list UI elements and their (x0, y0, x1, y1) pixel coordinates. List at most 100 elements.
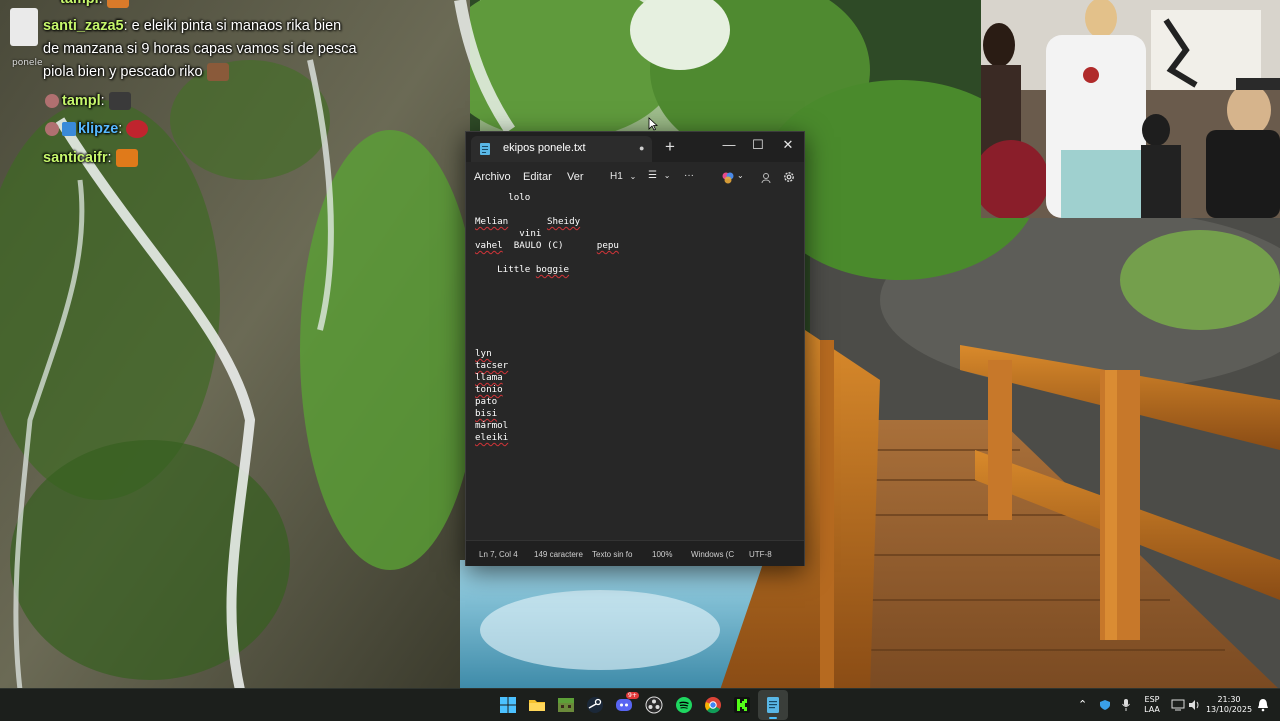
text-editor[interactable]: lolo Melian Sheidy vini vahel BAULO (C) … (466, 192, 804, 540)
chat-message-continued: de manzana si 9 horas capas vamos si de … (43, 38, 357, 60)
chat-message: santicaifr: (43, 147, 138, 169)
chat-username: tampl (60, 0, 99, 7)
editor-line: Melian Sheidy (475, 216, 580, 228)
editor-word: Little (497, 264, 531, 275)
notepad-taskbar-button[interactable] (758, 690, 788, 720)
new-tab-button[interactable]: + (665, 137, 675, 157)
chat-message-text: de manzana si 9 horas capas vamos si de … (43, 41, 357, 57)
cursor-position[interactable]: Ln 7, Col 4 (479, 550, 518, 559)
editor-word: bisi (475, 408, 498, 419)
file-explorer-icon[interactable] (527, 695, 547, 715)
editor-line: Little boggie (475, 264, 569, 276)
menu-editar[interactable]: Editar (523, 171, 552, 183)
spotify-icon[interactable] (674, 695, 694, 715)
editor-word: Sheidy (546, 216, 581, 227)
more-button[interactable]: ··· (684, 170, 694, 181)
chat-message: tampl: (62, 90, 131, 112)
tab-ekipos-ponele[interactable]: ekipos ponele.txt ● (471, 136, 652, 162)
chat-message: santi_zaza5: e eleiki pinta si manaos ri… (43, 18, 342, 34)
editor-word: tonio (475, 384, 503, 395)
chevron-down-icon: ⌄ (663, 171, 671, 180)
editor-line: tacser (475, 360, 508, 372)
editor-word (508, 216, 547, 227)
menu-ver[interactable]: Ver (567, 171, 584, 183)
close-button[interactable]: ✕ (773, 134, 803, 156)
emote-icon (126, 120, 149, 139)
language-indicator[interactable]: ESP LAA (1141, 695, 1163, 715)
chat-message-text: piola bien y pescado riko (43, 64, 203, 80)
editor-word: boggie (535, 264, 570, 275)
steam-icon[interactable] (585, 695, 605, 715)
chat-message-continued: piola bien y pescado riko (43, 61, 229, 83)
editor-line: bisi (475, 408, 497, 420)
heading-label: H1 (610, 171, 623, 182)
account-icon[interactable] (761, 172, 771, 184)
emote-icon (108, 92, 131, 111)
heading-dropdown[interactable]: H1 ⌄ (610, 171, 636, 182)
menu-archivo[interactable]: Archivo (474, 171, 511, 183)
clock[interactable]: 21:30 13/10/2025 (1205, 695, 1253, 715)
notepad-icon (767, 697, 779, 713)
minecraft-icon[interactable] (556, 695, 576, 715)
list-icon: ☰ (648, 170, 657, 181)
user-badge-icon (45, 94, 59, 108)
microphone-icon[interactable] (1121, 698, 1131, 712)
notification-bell-icon[interactable] (1257, 698, 1269, 712)
chevron-up-icon[interactable]: ⌃ (1078, 698, 1087, 711)
chat-username: santicaifr (43, 150, 108, 166)
stream-chat-overlay: ponele tampl: santi_zaza5: e eleiki pint… (0, 0, 460, 175)
editor-word: vahel (475, 240, 503, 251)
copilot-icon[interactable] (722, 172, 734, 184)
maximize-button[interactable]: ☐ (743, 134, 773, 156)
clock-date: 13/10/2025 (1205, 705, 1253, 714)
editor-line: lolo (475, 192, 531, 203)
windows-start-icon[interactable] (498, 695, 518, 715)
clock-time: 21:30 (1217, 695, 1241, 704)
editor-line: llama (475, 372, 503, 384)
text-format[interactable]: Texto sin fo (592, 550, 632, 559)
chat-badge-placeholder (10, 8, 38, 46)
title-bar[interactable]: ekipos ponele.txt ● + — ☐ ✕ (466, 132, 804, 162)
active-indicator (769, 717, 777, 719)
language-code: ESP (1144, 695, 1160, 704)
kick-icon[interactable] (732, 695, 752, 715)
discord-taskbar-button[interactable]: 9+ (614, 692, 639, 717)
chevron-down-icon: ⌄ (629, 172, 637, 181)
chevron-down-icon[interactable]: ⌄ (737, 171, 744, 180)
zoom-level[interactable]: 100% (652, 550, 672, 559)
chrome-icon[interactable] (703, 695, 723, 715)
editor-line: vini (475, 228, 542, 239)
mouse-cursor-icon (648, 117, 658, 131)
minimize-button[interactable]: — (714, 134, 744, 156)
unsaved-dot-icon[interactable]: ● (639, 143, 644, 153)
notepad-window[interactable]: ekipos ponele.txt ● + — ☐ ✕ Archivo Edit… (465, 131, 805, 566)
editor-word: llama (475, 372, 503, 383)
editor-word: pepu (596, 240, 619, 251)
taskbar: 9+ ⌃ ESP LAA 21:30 13/10/2025 (0, 688, 1280, 721)
discord-notification-badge: 9+ (626, 692, 639, 699)
editor-line: mármol (475, 420, 509, 431)
status-bar: Ln 7, Col 4 149 caractere Texto sin fo 1… (466, 540, 804, 566)
editor-line: eleiki (475, 432, 508, 444)
editor-line: pato (475, 396, 498, 407)
encoding[interactable]: UTF-8 (749, 550, 772, 559)
obs-icon[interactable] (644, 695, 664, 715)
editor-word (503, 240, 514, 251)
volume-icon[interactable] (1187, 698, 1201, 712)
line-ending[interactable]: Windows (C (691, 550, 734, 559)
chat-message: klipze: (78, 118, 149, 140)
emote-icon (115, 149, 138, 168)
chat-side-tag: ponele (12, 58, 43, 68)
list-dropdown[interactable]: ☰ ⌄ (648, 170, 670, 181)
keyboard-layout: LAA (1144, 705, 1160, 714)
editor-word: lyn (475, 348, 492, 359)
editor-word: tacser (475, 360, 509, 371)
chat-username: tampl (62, 93, 101, 109)
notepad-file-icon (480, 143, 490, 155)
security-shield-icon[interactable] (1099, 699, 1111, 711)
user-badge-icon (45, 122, 59, 136)
emote-icon (106, 0, 129, 9)
network-icon[interactable] (1171, 699, 1185, 711)
gear-icon[interactable] (783, 171, 795, 183)
editor-word: BAULO (513, 240, 542, 251)
